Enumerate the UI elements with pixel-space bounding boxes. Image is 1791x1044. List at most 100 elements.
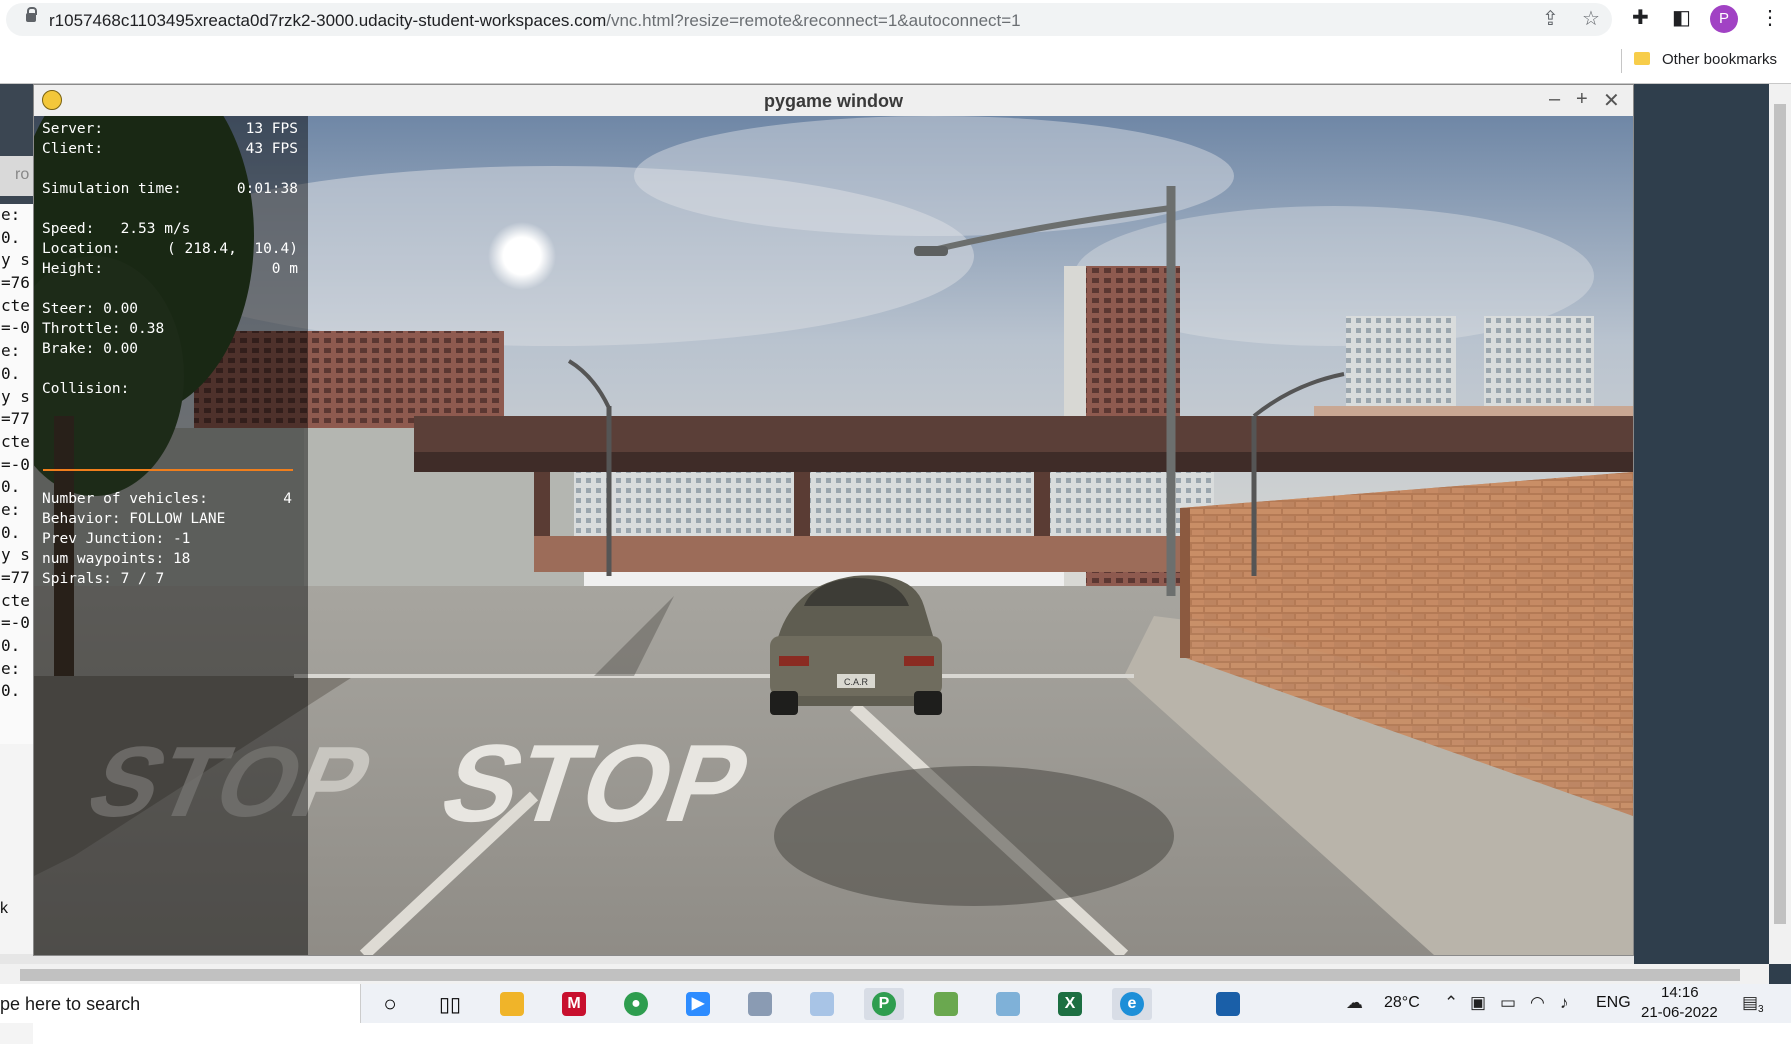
taskbar: pe here to search ○ ▯▯ M ● ▶ P X e ☁ 28°… — [0, 984, 1791, 1023]
terminal-output[interactable]: e: 0. y s =76 cte =-0 e: 0. y s =77 cte … — [0, 204, 33, 834]
terminal-line: e: — [1, 658, 21, 678]
vertical-scrollbar[interactable] — [1769, 84, 1791, 964]
hud-height-label: Height: — [42, 261, 104, 277]
folder-icon[interactable] — [1634, 52, 1650, 65]
bookmark-star-icon[interactable]: ☆ — [1582, 9, 1600, 29]
notification-icon[interactable]: ▤ — [1742, 993, 1758, 1013]
terminal-line: y s — [1, 545, 30, 565]
extensions-icon[interactable]: ✚ — [1632, 8, 1649, 28]
clock-date[interactable]: 21-06-2022 — [1641, 1004, 1718, 1021]
speaker-icon[interactable]: ♪ — [1560, 993, 1569, 1013]
zoom-icon[interactable]: ▶ — [678, 988, 718, 1020]
hud-sim-time-label: Simulation time: — [42, 181, 182, 197]
terminal-line: 0. — [1, 227, 21, 247]
terminal-line: y s — [1, 250, 30, 270]
lock-icon[interactable] — [26, 7, 37, 22]
terminal-line: cte — [1, 431, 30, 451]
hud-panel: Server: 13 FPS Client: 43 FPS Simulation… — [34, 116, 308, 955]
cortana-icon[interactable]: ○ — [370, 988, 410, 1020]
terminal-line: =-0 — [1, 454, 30, 474]
bookmarks-separator — [1621, 49, 1622, 73]
desktop-right-area — [1634, 84, 1769, 954]
terminal-line: 0. — [1, 636, 21, 656]
terminal-line: =-0 — [1, 318, 30, 338]
window-title: pygame window — [763, 91, 904, 111]
security-tray-icon[interactable]: ▣ — [1470, 993, 1486, 1013]
terminal-line: e: — [1, 205, 21, 224]
minimize-icon[interactable]: – — [1549, 88, 1560, 111]
horizontal-scrollbar[interactable] — [0, 964, 1769, 986]
maximize-icon[interactable]: + — [1576, 88, 1588, 111]
wifi-icon[interactable]: ◠ — [1530, 993, 1545, 1013]
browser-chrome: r1057468c1103495xreacta0d7rzk2-3000.udac… — [0, 0, 1791, 84]
hud-brake: Brake: 0.00 — [42, 341, 139, 357]
hud-location-label: Location: — [42, 241, 121, 257]
other-bookmarks-link[interactable]: Other bookmarks — [1662, 51, 1777, 68]
mcafee-icon[interactable]: M — [554, 988, 594, 1020]
notification-count: 3 — [1758, 1004, 1764, 1015]
clock-time[interactable]: 14:16 — [1661, 984, 1699, 1001]
chevron-up-icon[interactable]: ⌃ — [1444, 993, 1458, 1013]
hud-client-label: Client: — [42, 141, 104, 157]
terminal-line: =77 — [1, 568, 30, 587]
terminal-line: 0. — [1, 363, 21, 383]
edge-icon[interactable]: e — [1112, 988, 1152, 1020]
battery-icon[interactable]: ▭ — [1500, 993, 1516, 1013]
address-bar[interactable]: r1057468c1103495xreacta0d7rzk2-3000.udac… — [6, 3, 1612, 36]
language-indicator[interactable]: ENG — [1596, 994, 1631, 1012]
pygame-window[interactable]: pygame window – + ✕ STOP STOP C.A.R Serv… — [33, 84, 1634, 956]
vnc-desktop[interactable]: ro e: 0. y s =76 cte =-0 e: 0. y s =77 c… — [0, 84, 1791, 1044]
weather-temperature[interactable]: 28°C — [1384, 994, 1420, 1012]
profile-avatar[interactable]: P — [1710, 5, 1738, 33]
bookmarks-bar: Other bookmarks — [0, 43, 1791, 81]
weather-icon[interactable]: ☁ — [1346, 993, 1363, 1013]
hud-sim-time-value: 0:01:38 — [236, 181, 298, 197]
terminal-line: =76 — [1, 273, 30, 293]
task-view-icon[interactable]: ▯▯ — [430, 988, 470, 1020]
terminal-line: 0. — [1, 477, 21, 497]
horizontal-scroll-thumb[interactable] — [20, 969, 1740, 981]
menu-kebab-icon[interactable]: ⋮ — [1760, 8, 1780, 28]
hud-server-label: Server: — [42, 121, 104, 137]
notes-app-icon[interactable] — [988, 988, 1028, 1020]
drawing-app-icon[interactable] — [926, 988, 966, 1020]
hud-steer: Steer: 0.00 — [42, 301, 139, 317]
paint-icon[interactable] — [802, 988, 842, 1020]
chrome-icon[interactable]: ● — [616, 988, 656, 1020]
terminal-tab-label: ro — [15, 166, 30, 183]
simulation-view[interactable]: STOP STOP C.A.R Server: 13 FPS Client: 4… — [34, 116, 1633, 955]
hud-server-value: 13 FPS — [245, 121, 298, 137]
hud-num-waypoints: num waypoints: 18 — [42, 551, 191, 567]
chrome-profile-icon[interactable]: P — [864, 988, 904, 1020]
terminal-line: cte — [1, 295, 30, 315]
terminal-line: 0. — [1, 522, 21, 542]
hud-client-value: 43 FPS — [245, 141, 298, 157]
side-panel-icon[interactable]: ◧ — [1672, 8, 1691, 28]
photos-icon[interactable] — [740, 988, 780, 1020]
search-placeholder: pe here to search — [0, 994, 141, 1014]
image-app-icon[interactable] — [1208, 988, 1248, 1020]
terminal-tab[interactable]: ro — [0, 156, 33, 196]
url-text[interactable]: r1057468c1103495xreacta0d7rzk2-3000.udac… — [49, 11, 1021, 31]
terminal-fragment: k — [0, 900, 8, 917]
hud-height-value: 0 m — [271, 261, 298, 277]
terminal-line: =77 — [1, 409, 30, 429]
file-explorer-icon[interactable] — [492, 988, 532, 1020]
window-titlebar[interactable]: pygame window – + ✕ — [34, 85, 1633, 116]
license-plate: C.A.R — [844, 677, 869, 687]
share-icon[interactable]: ⇪ — [1542, 9, 1559, 29]
hud-spirals: Spirals: 7 / 7 — [42, 571, 165, 587]
taskbar-search-box[interactable]: pe here to search — [0, 984, 361, 1023]
url-path: /vnc.html?resize=remote&reconnect=1&auto… — [606, 11, 1021, 30]
hud-collision-label: Collision: — [42, 381, 130, 397]
hud-location-value: ( 218.4, 10.4) — [167, 241, 298, 257]
close-icon[interactable]: ✕ — [1603, 88, 1620, 113]
excel-icon[interactable]: X — [1050, 988, 1090, 1020]
hud-vehicles-label: Number of vehicles: — [42, 491, 208, 507]
hud-throttle: Throttle: 0.38 — [42, 321, 165, 337]
collision-history-bar — [43, 469, 293, 471]
vertical-scroll-thumb[interactable] — [1774, 104, 1786, 924]
hud-vehicles-value: 4 — [283, 491, 292, 507]
terminal-line: 0. — [1, 681, 21, 701]
url-host: r1057468c1103495xreacta0d7rzk2-3000.udac… — [49, 11, 607, 30]
